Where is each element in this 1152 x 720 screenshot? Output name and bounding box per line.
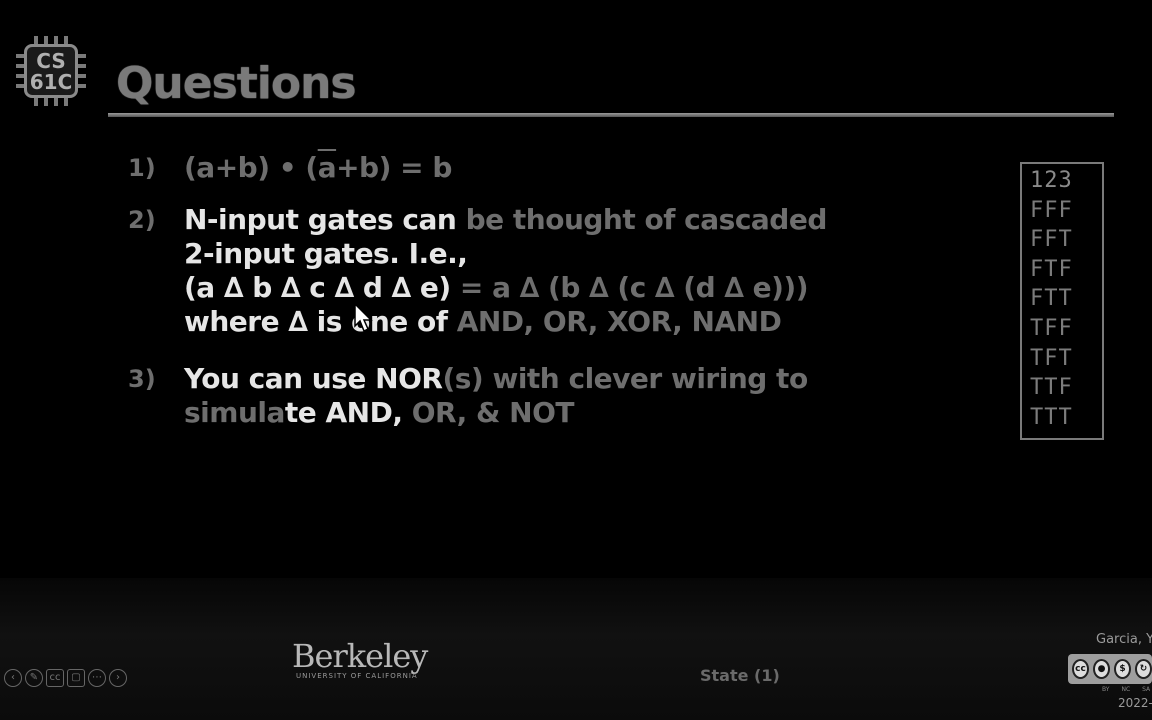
question-text-segment: = a ∆ (b ∆ (c ∆ (d ∆ e))) xyxy=(450,271,809,304)
footer-slide-label: State (1) xyxy=(700,666,780,685)
pen-icon[interactable]: ✎ xyxy=(25,669,43,687)
berkeley-logo-subtitle: UNIVERSITY OF CALIFORNIA xyxy=(296,672,418,680)
logo-text-line1: CS xyxy=(36,49,66,73)
answer-option: TTF xyxy=(1030,375,1073,401)
question-3-text: You can use NOR(s) with clever wiring to… xyxy=(184,362,808,430)
footer-author: Garcia, Yo xyxy=(1096,632,1152,647)
logo-pins-top xyxy=(34,36,68,44)
answer-option: TTT xyxy=(1030,404,1073,430)
screen-icon[interactable]: ▢ xyxy=(67,669,85,687)
question-text-segment: (a+b) • ( xyxy=(184,151,318,184)
answer-header: 123 xyxy=(1030,168,1073,193)
question-2-text: N-input gates can be thought of cascaded… xyxy=(184,203,827,339)
cc-icon: cc xyxy=(1072,659,1089,679)
answer-options-box: 123 FFF FFT FTF FTT TFF TFT TTF TTT xyxy=(1020,162,1104,440)
answer-option: FTF xyxy=(1030,256,1073,282)
logo-pins-bottom xyxy=(34,98,68,106)
answer-option: TFF xyxy=(1030,315,1073,341)
slide: CS 61C Questions 1) (a+b) • (a+b) = b 2)… xyxy=(0,0,1152,720)
question-text-segment: (a ∆ b ∆ c ∆ d ∆ e) xyxy=(184,271,451,304)
question-1-text: (a+b) • (a+b) = b xyxy=(184,151,452,185)
by-icon: ● xyxy=(1093,659,1110,679)
cc-label-sa: SA xyxy=(1142,686,1151,693)
creative-commons-badge: cc ● $ ↻ xyxy=(1068,654,1152,684)
cc-badge-labels: BY NC SA xyxy=(1102,686,1150,693)
answer-option: FTT xyxy=(1030,286,1073,312)
answer-option: FFT xyxy=(1030,227,1073,253)
question-text-segment: N-input gates can xyxy=(184,203,466,236)
logo-pins-right xyxy=(78,54,86,88)
cc-label-by: BY xyxy=(1102,686,1110,693)
question-2-line-2: 2-input gates. I.e., xyxy=(184,237,827,271)
logo-text-line2: 61C xyxy=(29,70,73,94)
cs61c-logo: CS 61C xyxy=(14,36,90,108)
answer-option: FFF xyxy=(1030,197,1073,223)
question-2-number: 2) xyxy=(128,206,156,234)
title-divider xyxy=(108,113,1114,117)
logo-pins-left xyxy=(16,54,24,88)
berkeley-logo: Berkeley xyxy=(292,637,428,675)
sa-icon: ↻ xyxy=(1135,659,1152,679)
question-text-segment: 2-input gates. I.e., xyxy=(184,237,468,270)
mouse-cursor-icon xyxy=(354,303,373,333)
question-text-segment: a xyxy=(317,151,337,184)
slide-title: Questions xyxy=(116,58,357,109)
question-text-segment: be thought of cascaded xyxy=(465,203,828,236)
question-3-line-1: You can use NOR(s) with clever wiring to xyxy=(184,362,808,396)
prev-icon[interactable]: ‹ xyxy=(4,669,22,687)
question-text-segment: You can use NOR xyxy=(184,362,443,395)
question-1-line-1: (a+b) • (a+b) = b xyxy=(184,151,452,185)
question-3-number: 3) xyxy=(128,365,156,393)
question-2-line-4: where ∆ is one of AND, OR, XOR, NAND xyxy=(184,305,827,339)
question-text-segment: +b) = b xyxy=(336,151,452,184)
question-text-segment: OR, & NOT xyxy=(411,396,575,429)
answer-option: TFT xyxy=(1030,345,1073,371)
footer-band xyxy=(0,578,1152,720)
question-text-segment: te AND, xyxy=(284,396,412,429)
question-2-line-3: (a ∆ b ∆ c ∆ d ∆ e) = a ∆ (b ∆ (c ∆ (d ∆… xyxy=(184,271,827,305)
cc-label-nc: NC xyxy=(1121,686,1131,693)
question-text-segment: where ∆ is one of xyxy=(184,305,457,338)
question-3-line-2: simulate AND, OR, & NOT xyxy=(184,396,808,430)
next-icon[interactable]: › xyxy=(109,669,127,687)
footer-date: 2022- xyxy=(1118,696,1152,710)
question-text-segment: simula xyxy=(184,396,285,429)
captions-icon[interactable]: cc xyxy=(46,669,64,687)
presentation-controls: ‹ ✎ cc ▢ ⋯ › xyxy=(4,669,127,687)
question-1-number: 1) xyxy=(128,154,156,182)
question-text-segment: AND, OR, XOR, NAND xyxy=(456,305,782,338)
question-text-segment: (s) with clever wiring to xyxy=(442,362,808,395)
question-2-line-1: N-input gates can be thought of cascaded xyxy=(184,203,827,237)
nc-icon: $ xyxy=(1114,659,1131,679)
more-icon[interactable]: ⋯ xyxy=(88,669,106,687)
